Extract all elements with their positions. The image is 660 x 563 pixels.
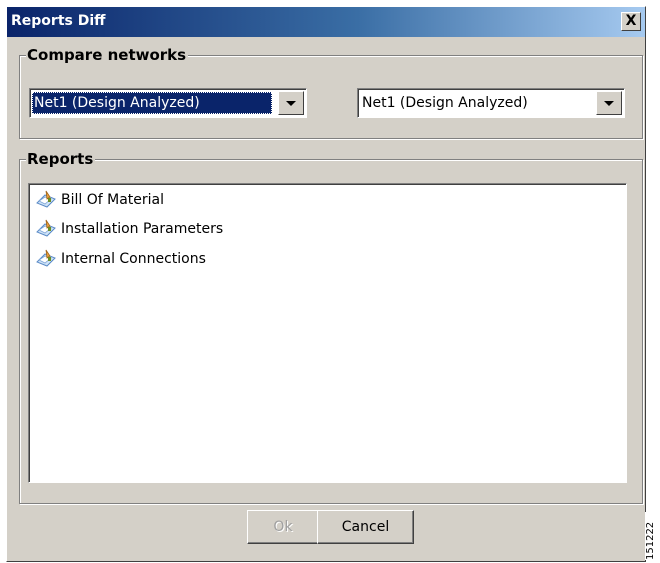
window-title: Reports Diff (11, 13, 106, 29)
close-icon: X (625, 13, 637, 29)
cancel-button[interactable]: Cancel (317, 510, 414, 544)
right-network-value: Net1 (Design Analyzed) (362, 95, 528, 111)
list-item-label: Bill Of Material (61, 192, 164, 208)
list-item-label: Internal Connections (61, 251, 206, 267)
compare-networks-legend: Compare networks (26, 45, 189, 65)
list-item[interactable]: Internal Connections (35, 248, 206, 270)
reports-legend: Reports (26, 149, 96, 169)
right-network-select[interactable]: Net1 (Design Analyzed) (357, 88, 625, 118)
list-item-label: Installation Parameters (61, 221, 224, 237)
compare-networks-group: Compare networks Net1 (Design Analyzed) … (19, 45, 643, 139)
left-network-value: Net1 (Design Analyzed) (32, 92, 272, 114)
reports-list[interactable]: Bill Of Material Installation Parameters… (28, 183, 627, 483)
close-button[interactable]: X (621, 12, 641, 31)
chevron-down-icon[interactable] (278, 91, 304, 115)
ok-button[interactable]: Ok (247, 510, 319, 544)
report-icon (35, 189, 57, 209)
title-bar: Reports Diff X (7, 7, 645, 37)
list-item[interactable]: Bill Of Material (35, 189, 164, 211)
report-icon (35, 248, 57, 268)
report-icon (35, 218, 57, 238)
list-item[interactable]: Installation Parameters (35, 218, 223, 240)
left-network-select[interactable]: Net1 (Design Analyzed) (29, 88, 307, 118)
chevron-down-icon[interactable] (596, 91, 622, 115)
figure-number: 151222 (645, 512, 657, 560)
